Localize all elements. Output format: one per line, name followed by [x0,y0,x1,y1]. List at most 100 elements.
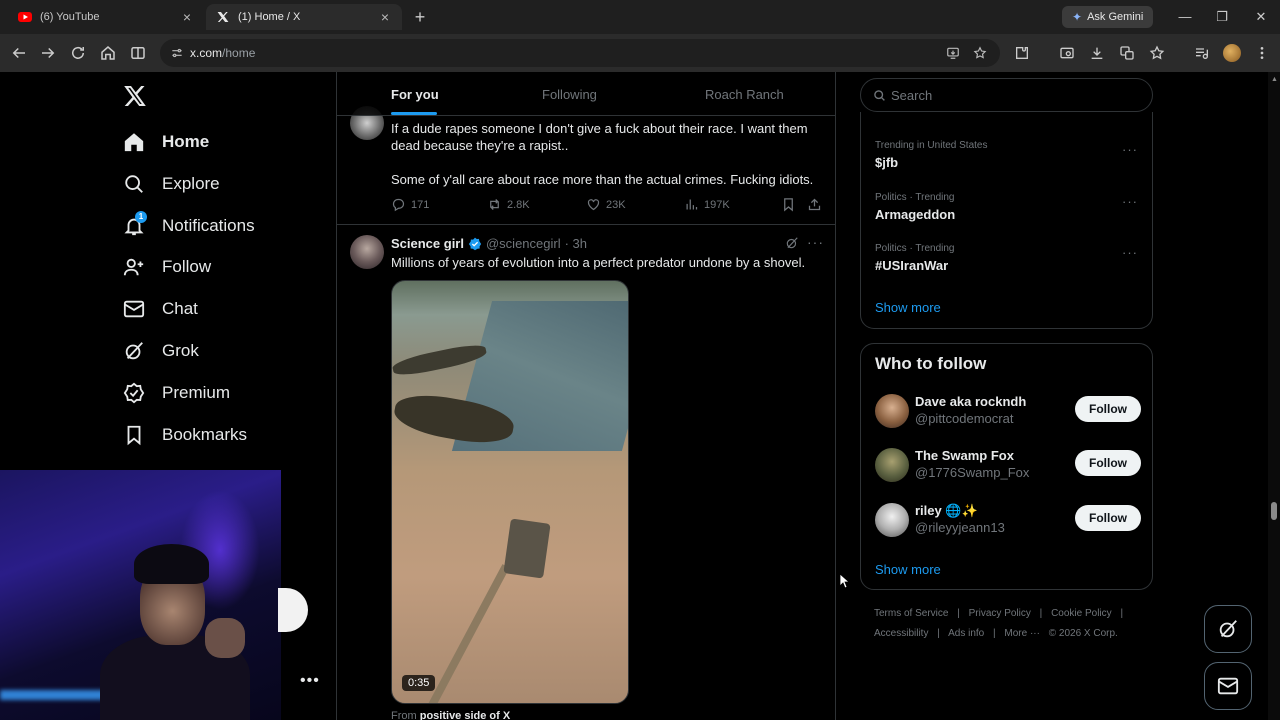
extensions-icon[interactable] [1014,45,1030,61]
cookie-link[interactable]: Cookie Policy [1051,608,1112,619]
install-app-icon[interactable] [946,46,960,60]
like-count: 23K [606,198,626,211]
sidebar-item-notifications[interactable]: 1 Notifications [123,206,255,246]
overlay-handle[interactable] [278,588,308,632]
ads-info-link[interactable]: Ads info [948,628,984,639]
home-page-icon[interactable] [99,44,117,62]
grok-fab-button[interactable] [1204,605,1252,653]
close-window-icon[interactable]: ✕ [1250,6,1272,28]
profile-avatar-icon[interactable] [1223,44,1241,62]
scrollbar-thumb[interactable] [1271,502,1277,520]
tab-following[interactable]: Following [542,87,597,102]
sidebar-item-bookmarks[interactable]: Bookmarks [123,415,247,455]
media-control-icon[interactable] [1194,45,1210,61]
browser-menu-icon[interactable] [1254,45,1270,61]
trend-item[interactable]: Politics · Trending #USIranWar [875,243,954,273]
bookmark-button[interactable] [781,197,801,212]
scroll-up-icon[interactable]: ▲ [1271,76,1278,83]
account-more-icon[interactable]: ••• [300,672,320,690]
tweet-more-icon[interactable]: ··· [807,234,824,250]
avatar[interactable] [875,503,909,537]
more-link[interactable]: More ··· [1004,628,1040,639]
like-button[interactable]: 23K [586,197,626,212]
avatar[interactable] [875,448,909,482]
tweet-time[interactable]: · 3h [565,236,587,251]
follow-suggestion[interactable]: The Swamp Fox @1776Swamp_Fox Follow [875,446,1141,486]
follow-button[interactable]: Follow [1075,505,1141,531]
follow-button[interactable]: Follow [1075,450,1141,476]
copyright: © 2026 X Corp. [1048,628,1118,639]
x-logo-icon[interactable] [123,84,147,108]
add-person-icon [123,256,145,278]
footer-separator: | [937,628,940,639]
suggestion-name: The Swamp Fox [915,448,1014,463]
accessibility-link[interactable]: Accessibility [874,628,928,639]
tab-youtube[interactable]: (6) YouTube × [8,4,204,30]
address-bar-row: x.com/home [0,34,1280,72]
restore-icon[interactable]: ❐ [1211,6,1233,28]
trends-show-more[interactable]: Show more [875,300,941,315]
sidebar-item-chat[interactable]: Chat [123,289,198,329]
lens-icon[interactable] [1059,45,1075,61]
bookmark-star-icon[interactable] [973,46,987,60]
suggestion-handle: @rileyyjeann13 [915,520,1005,535]
reply-button[interactable]: 171 [391,197,429,212]
sidebar-item-home[interactable]: Home [123,122,209,162]
close-tab-icon[interactable]: × [180,10,194,24]
site-info-icon[interactable] [170,46,184,60]
sidebar-item-label: Grok [162,341,199,360]
trend-item[interactable]: Politics · Trending Armageddon [875,192,955,222]
reload-icon[interactable] [69,44,87,62]
tab-x-home[interactable]: (1) Home / X × [206,4,402,30]
follow-suggestion[interactable]: riley 🌐✨ @rileyyjeann13 Follow [875,501,1141,541]
url-text[interactable]: x.com/home [190,46,255,60]
trend-more-icon[interactable]: ··· [1122,194,1138,209]
tweet-header: Science girl @sciencegirl · 3h [391,236,587,251]
sidebar-item-grok[interactable]: Grok [123,331,199,371]
ask-gemini-button[interactable]: ✦ Ask Gemini [1062,6,1154,28]
search-input[interactable]: Search [860,78,1153,112]
views-button[interactable]: 197K [684,197,730,212]
browser-tab-bar: (6) YouTube × (1) Home / X × + ✦ Ask Gem… [0,0,1280,34]
sidebar-item-premium[interactable]: Premium [123,373,230,413]
favorites-icon[interactable] [1149,45,1165,61]
tab-title: (6) YouTube [40,11,100,23]
messages-fab-button[interactable] [1204,662,1252,710]
share-button[interactable] [807,197,827,212]
trends-panel: Trending in United States $jfb ··· Polit… [860,112,1153,329]
video-shovel [503,518,551,579]
split-view-icon[interactable] [129,44,147,62]
close-tab-icon[interactable]: × [378,10,392,24]
omnibox[interactable]: x.com/home [160,39,1000,67]
tab-roach-ranch[interactable]: Roach Ranch [705,87,784,102]
repost-button[interactable]: 2.8K [487,197,530,212]
trend-meta: Trending in United States [875,140,988,151]
page-scrollbar[interactable]: ▲ [1268,72,1280,720]
minimize-icon[interactable]: — [1174,6,1196,28]
video-source[interactable]: From positive side of X [391,710,510,720]
author-name[interactable]: Science girl [391,236,464,251]
privacy-link[interactable]: Privacy Policy [969,608,1031,619]
download-icon[interactable] [1089,45,1105,61]
reply-count: 171 [411,198,430,211]
follow-button[interactable]: Follow [1075,396,1141,422]
sidebar-item-explore[interactable]: Explore [123,164,220,204]
translate-icon[interactable] [1119,45,1135,61]
tweet-video[interactable]: 0:35 [391,280,629,704]
who-to-follow-show-more[interactable]: Show more [875,562,941,577]
terms-link[interactable]: Terms of Service [874,608,948,619]
tab-for-you[interactable]: For you [391,87,439,102]
trend-item[interactable]: Trending in United States $jfb [875,140,987,170]
new-tab-button[interactable]: + [410,7,430,27]
avatar[interactable] [875,394,909,428]
follow-suggestion[interactable]: Dave aka rockndh @pittcodemocrat Follow [875,392,1141,432]
trend-more-icon[interactable]: ··· [1122,142,1138,157]
forward-icon[interactable] [39,44,57,62]
sidebar-item-follow[interactable]: Follow [123,247,211,287]
trend-more-icon[interactable]: ··· [1122,245,1138,260]
grok-explain-icon[interactable] [785,236,799,250]
avatar[interactable] [350,235,384,269]
back-icon[interactable] [10,44,28,62]
repost-count: 2.8K [507,198,530,211]
author-handle[interactable]: @sciencegirl [486,236,561,251]
